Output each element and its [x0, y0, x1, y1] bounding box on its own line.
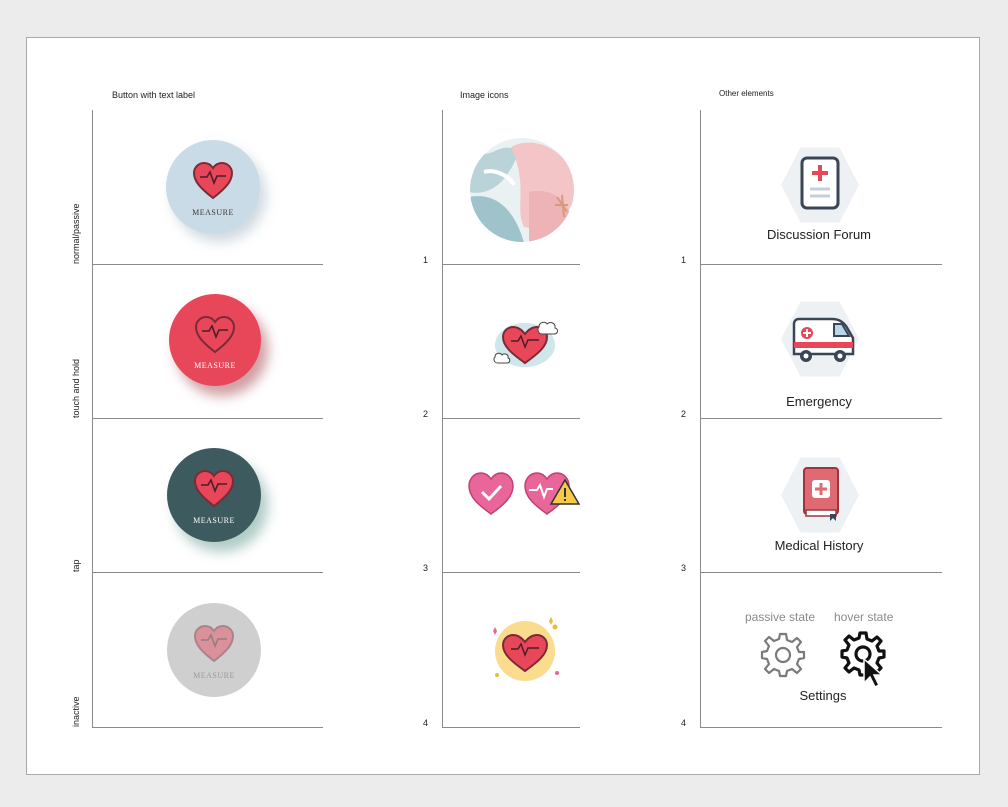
- measure-label: MEASURE: [194, 361, 236, 370]
- measure-button-normal[interactable]: MEASURE: [166, 140, 260, 234]
- row-number: 3: [681, 563, 687, 573]
- other-column-line: [700, 110, 701, 728]
- ambulance-icon: [792, 317, 855, 362]
- heart-pulse-icon: [192, 162, 234, 200]
- row-number: 2: [423, 409, 429, 419]
- clipboard-icon: [800, 156, 840, 210]
- heart-check-and-heart-warning-icon[interactable]: [467, 468, 583, 518]
- row-label-touch-hold: touch and hold: [71, 358, 81, 418]
- row-label-normal: normal/passive: [71, 203, 81, 264]
- gear-icon[interactable]: [760, 632, 806, 678]
- measure-button-inactive: MEASURE: [167, 603, 261, 697]
- heart-pulse-icon: [193, 470, 235, 508]
- cursor-icon: [863, 657, 884, 689]
- buttons-column-line: [92, 110, 93, 728]
- row-divider: [442, 264, 580, 265]
- row-number: 1: [681, 255, 687, 265]
- other-column-title: Other elements: [719, 89, 774, 98]
- abstract-pastel-circle-icon[interactable]: [469, 137, 575, 243]
- row-divider: [700, 727, 942, 728]
- row-divider: [700, 418, 942, 419]
- heart-pulse-icon: [193, 625, 235, 663]
- heart-clouds-icon[interactable]: [489, 313, 561, 371]
- measure-label: MEASURE: [193, 516, 235, 525]
- gear-hover-icon[interactable]: [840, 631, 892, 689]
- settings-button[interactable]: Settings: [767, 688, 879, 703]
- medical-book-icon: [803, 467, 839, 521]
- measure-label: MEASURE: [193, 671, 235, 680]
- row-number: 2: [681, 409, 687, 419]
- passive-state-label: passive state: [745, 610, 816, 624]
- medical-history-button[interactable]: Medical History: [747, 538, 891, 553]
- buttons-column-title: Button with text label: [112, 90, 196, 100]
- discussion-forum-button[interactable]: Discussion Forum: [747, 227, 891, 242]
- row-divider: [92, 264, 323, 265]
- row-label-inactive: inactive: [71, 696, 81, 727]
- measure-button-touch-hold[interactable]: MEASURE: [169, 294, 261, 386]
- hover-state-label: hover state: [834, 610, 894, 624]
- row-number: 3: [423, 563, 429, 573]
- images-column-title: Image icons: [460, 90, 509, 100]
- row-divider: [442, 727, 580, 728]
- row-number: 1: [423, 255, 429, 265]
- measure-label: MEASURE: [192, 208, 234, 217]
- row-divider: [700, 572, 942, 573]
- heart-pulse-icon: [194, 316, 236, 354]
- row-label-tap: tap: [71, 559, 81, 572]
- row-number: 4: [423, 718, 429, 728]
- measure-button-tap[interactable]: MEASURE: [167, 448, 261, 542]
- design-sheet: Button with text label Image icons Other…: [26, 37, 980, 775]
- images-column-line: [442, 110, 443, 728]
- row-divider: [92, 727, 323, 728]
- heart-sparkles-icon[interactable]: [487, 615, 563, 687]
- row-divider: [442, 572, 580, 573]
- row-number: 4: [681, 718, 687, 728]
- row-divider: [700, 264, 942, 265]
- row-divider: [92, 572, 323, 573]
- row-divider: [442, 418, 580, 419]
- row-divider: [92, 418, 323, 419]
- emergency-button[interactable]: Emergency: [747, 394, 891, 409]
